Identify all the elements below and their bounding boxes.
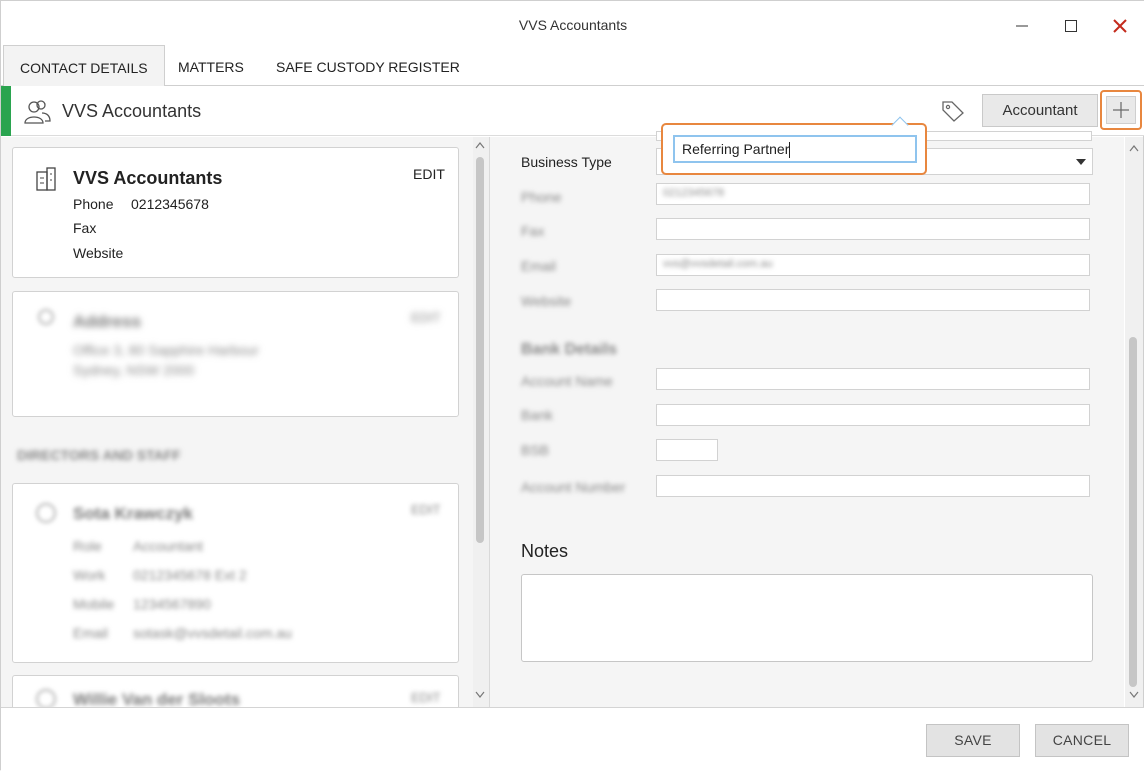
contact-name: VVS Accountants <box>73 168 223 188</box>
scroll-down-icon[interactable] <box>475 691 485 699</box>
contact-summary-card: VVS Accountants EDIT Phone 0212345678 Fa… <box>12 147 459 278</box>
add-tag-highlight <box>1100 90 1142 130</box>
email-label: Email <box>73 625 109 641</box>
edit-staff-button[interactable]: EDIT <box>411 502 441 517</box>
address-title: Address <box>73 312 142 331</box>
account-name-field[interactable] <box>656 368 1090 390</box>
footer-bar: SAVE CANCEL <box>1 707 1144 771</box>
phone-field[interactable]: 0212345678 <box>656 183 1090 205</box>
tab-safe-custody-register[interactable]: SAFE CUSTODY REGISTER <box>260 45 476 86</box>
bank-label: Bank <box>521 407 553 423</box>
bsb-label: BSB <box>521 442 550 458</box>
plus-icon <box>1113 102 1129 118</box>
contacts-icon <box>24 100 51 124</box>
text-cursor <box>789 142 791 159</box>
edit-staff-button[interactable]: EDIT <box>411 690 441 705</box>
address-line-1: Office 3, 80 Sapphire Harbour <box>73 342 259 358</box>
tab-bar: CONTACT DETAILS MATTERS SAFE CUSTODY REG… <box>1 45 1144 87</box>
email-field-value: vvs@vvsdetail.com.au <box>663 258 773 270</box>
person-icon <box>36 689 56 707</box>
edit-address-button[interactable]: EDIT <box>411 310 441 325</box>
dropdown-arrow-icon <box>1076 159 1086 165</box>
close-icon <box>1113 19 1127 33</box>
fax-label: Fax <box>521 223 545 239</box>
section-directors-heading: DIRECTORS AND STAFF <box>17 447 181 463</box>
website-label: Website <box>521 293 572 309</box>
contact-header: VVS Accountants <box>1 86 1144 136</box>
cancel-button[interactable]: CANCEL <box>1035 724 1129 757</box>
bank-field[interactable] <box>656 404 1090 426</box>
notes-textarea[interactable] <box>521 574 1093 662</box>
left-panel: VVS Accountants EDIT Phone 0212345678 Fa… <box>1 137 473 707</box>
fax-field[interactable] <box>656 218 1090 240</box>
mobile-label: Mobile <box>73 596 115 612</box>
work-label: Work <box>73 567 106 583</box>
window-title: VVS Accountants <box>518 17 628 33</box>
staff-name: Sota Krawczyk <box>73 504 193 523</box>
staff-name: Willie Van der Sloots <box>73 690 241 707</box>
scroll-down-icon[interactable] <box>1129 691 1139 699</box>
add-tag-button[interactable] <box>1106 96 1136 124</box>
staff-card: Willie Van der Sloots EDIT <box>12 675 459 707</box>
close-button[interactable] <box>1105 11 1135 41</box>
phone-label: Phone <box>521 189 562 205</box>
role-value: Accountant <box>133 538 204 554</box>
work-value: 0212345678 Ext 2 <box>133 567 247 583</box>
contact-title: VVS Accountants <box>62 101 202 121</box>
email-field[interactable]: vvs@vvsdetail.com.au <box>656 254 1090 276</box>
save-button[interactable]: SAVE <box>926 724 1020 757</box>
scroll-up-icon[interactable] <box>475 141 485 149</box>
website-field[interactable] <box>656 289 1090 311</box>
minimize-button[interactable] <box>1007 11 1037 41</box>
maximize-button[interactable] <box>1056 11 1086 41</box>
fax-label: Fax <box>73 220 97 236</box>
email-value: sotask@vvsdetail.com.au <box>133 625 292 641</box>
right-panel: Business Type Phone 0212345678 Fax Email… <box>490 131 1124 707</box>
address-card: Address EDIT Office 3, 80 Sapphire Harbo… <box>12 291 459 417</box>
accent-bar <box>1 86 11 136</box>
phone-value: 0212345678 <box>131 196 209 212</box>
address-line-2: Sydney, NSW 2000 <box>73 362 195 378</box>
right-scroll-thumb[interactable] <box>1129 337 1137 687</box>
tab-contact-details[interactable]: CONTACT DETAILS <box>3 45 165 87</box>
title-bar: VVS Accountants <box>1 1 1144 45</box>
person-icon <box>36 503 56 523</box>
new-tag-input-value: Referring Partner <box>682 141 790 157</box>
role-label: Role <box>73 538 102 554</box>
mobile-value: 1234567890 <box>133 596 211 612</box>
account-number-label: Account Number <box>521 479 626 495</box>
new-tag-input[interactable]: Referring Partner <box>673 135 917 163</box>
phone-field-value: 0212345678 <box>663 187 725 199</box>
tag-icon[interactable] <box>941 100 965 122</box>
account-number-field[interactable] <box>656 475 1090 497</box>
bank-details-heading: Bank Details <box>521 341 618 358</box>
tab-matters[interactable]: MATTERS <box>162 45 260 86</box>
bsb-field[interactable] <box>656 439 718 461</box>
edit-contact-button[interactable]: EDIT <box>413 166 445 182</box>
app-window: VVS Accountants CONTACT DETAILS MATTERS … <box>0 0 1144 771</box>
business-type-label: Business Type <box>521 154 612 170</box>
left-scroll-thumb[interactable] <box>476 157 484 543</box>
email-label: Email <box>521 258 557 274</box>
account-name-label: Account Name <box>521 373 613 389</box>
building-icon <box>36 167 56 191</box>
maximize-icon <box>1065 20 1077 32</box>
accountant-tag-button[interactable]: Accountant <box>982 94 1098 127</box>
location-icon <box>38 309 54 325</box>
website-label: Website <box>73 245 124 261</box>
staff-card: Sota Krawczyk EDIT Role Accountant Work … <box>12 483 459 663</box>
phone-label: Phone <box>73 196 114 212</box>
new-tag-popup: Referring Partner <box>661 123 927 175</box>
minimize-icon <box>1016 25 1028 27</box>
notes-label: Notes <box>521 541 569 561</box>
scroll-up-icon[interactable] <box>1129 144 1139 152</box>
